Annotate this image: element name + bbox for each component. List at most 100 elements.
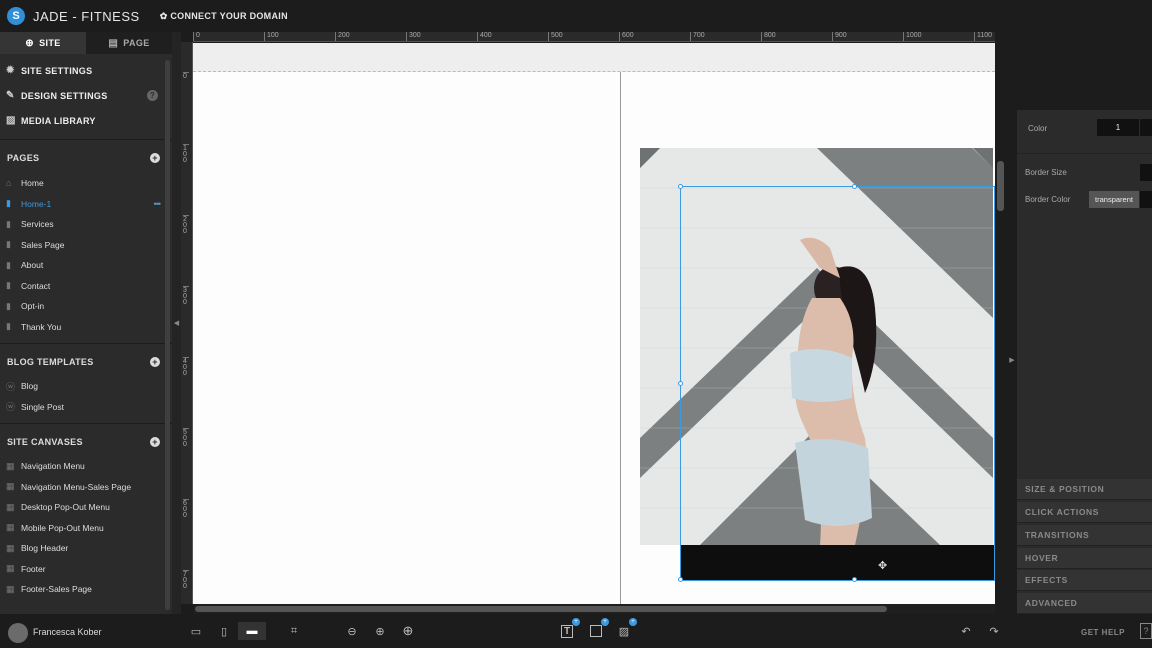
page-icon: ▮ [6,280,11,291]
page-item[interactable]: ▮ Thank You [0,317,172,338]
plus-badge-icon: + [629,618,637,626]
media-library-item[interactable]: ▨ MEDIA LIBRARY [0,108,172,133]
page-item-selected[interactable]: ▮ Home-1 ••• [0,194,172,215]
gear-icon: ✹ [6,65,15,76]
image-icon: ▨ [6,115,16,126]
properties-panel: Color 1 Border Size Border Color transpa… [1017,110,1152,614]
add-canvas-icon[interactable]: + [150,437,160,447]
ruler-tick: 100 [183,144,189,164]
ruler-tick: 1000 [903,32,922,41]
tab-site[interactable]: ⊕ SITE [0,32,86,54]
color-label: Color [1028,123,1048,133]
zoom-in-icon[interactable]: ⊕ [398,622,418,640]
redo-icon[interactable]: ↷ [985,622,1003,640]
sidebar-scrollbar[interactable] [165,60,170,610]
ruler-tick: 200 [183,215,189,235]
effects-section[interactable]: EFFECTS [1017,570,1152,591]
page-icon: ▮ [6,259,11,270]
page-icon: ▤ [108,37,119,49]
canvas-item[interactable]: ▦ Mobile Pop-Out Menu [0,518,172,539]
site-title[interactable]: JADE - FITNESS [33,9,140,24]
page-item[interactable]: ▮ Opt-in [0,296,172,317]
zoom-icon[interactable]: ⊕ [371,622,389,640]
selection-box [678,184,995,582]
user-name: Francesca Kober [33,627,102,637]
editor-canvas[interactable]: ✥ [193,43,995,604]
canvas-item[interactable]: ▦ Navigation Menu-Sales Page [0,477,172,498]
design-settings-item[interactable]: ✎ DESIGN SETTINGS? [0,83,172,108]
canvas-icon: ▦ [6,522,15,533]
scroll-thumb[interactable] [997,161,1004,211]
undo-icon[interactable]: ↶ [957,622,975,640]
help-question-icon[interactable]: ? [1140,623,1152,639]
page-item[interactable]: ▮ Services [0,214,172,235]
tablet-view-icon[interactable]: ▭ [186,622,206,640]
bottom-toolbar: Francesca Kober ▭ ▯ ▬ ⌗ ⊖ ⊕ ⊕ T + + ▨ + ↶ … [0,614,1152,648]
box-glyph [590,625,602,637]
click-actions-section[interactable]: CLICK ACTIONS [1017,502,1152,523]
border-size-input[interactable] [1140,164,1152,181]
page-item[interactable]: ▮ Contact [0,276,172,297]
canvas-item[interactable]: ▦ Navigation Menu [0,456,172,477]
page-item[interactable]: ▮ About [0,255,172,276]
ruler-tick: 600 [619,32,634,41]
more-options-icon[interactable]: ••• [154,199,162,209]
canvas-item[interactable]: ▦ Blog Header [0,538,172,559]
ruler-tick: 400 [477,32,492,41]
resize-handle[interactable] [678,381,683,386]
desktop-view-icon[interactable]: ▬ [238,622,266,640]
blog-template-item[interactable]: ⓦ Single Post [0,397,172,418]
collapse-sidebar-arrow-icon[interactable]: ◀ [172,32,181,614]
color-swatch[interactable] [1140,119,1152,136]
scroll-thumb[interactable] [195,606,887,612]
zoom-out-icon[interactable]: ⊖ [343,622,361,640]
get-help-link[interactable]: GET HELP [1081,628,1125,637]
ruler-tick: 800 [761,32,776,41]
app-logo-icon[interactable]: S [7,7,25,25]
advanced-section[interactable]: ADVANCED [1017,593,1152,614]
page-icon: ▮ [6,321,11,332]
canvas-horizontal-scrollbar[interactable] [193,604,995,614]
page-icon: ▮ [6,239,11,250]
page-item[interactable]: ⌂ Home [0,173,172,194]
move-cursor-icon[interactable]: ✥ [878,560,890,572]
avatar[interactable] [8,623,28,643]
resize-handle[interactable] [852,184,857,189]
page-item[interactable]: ▮ Sales Page [0,235,172,256]
transitions-section[interactable]: TRANSITIONS [1017,525,1152,546]
size-position-section[interactable]: SIZE & POSITION [1017,479,1152,500]
add-image-icon[interactable]: ▨ + [615,618,637,640]
blog-template-item[interactable]: ⓦ Blog [0,376,172,397]
resize-handle[interactable] [678,577,683,582]
canvas-item[interactable]: ▦ Footer-Sales Page [0,579,172,600]
border-color-button[interactable]: transparent [1089,191,1139,208]
site-canvases-header: SITE CANVASES + [0,434,172,450]
connect-domain-link[interactable]: ✿ CONNECT YOUR DOMAIN [160,11,288,22]
resize-handle[interactable] [852,577,857,582]
wordpress-icon: ⓦ [6,402,16,413]
help-icon[interactable]: ? [147,90,158,101]
add-text-icon[interactable]: T + [558,618,580,640]
add-box-icon[interactable]: + [587,618,609,640]
border-color-swatch[interactable] [1140,191,1152,208]
canvas-item[interactable]: ▦ Desktop Pop-Out Menu [0,497,172,518]
color-value-input[interactable]: 1 [1097,119,1139,136]
hover-section[interactable]: HOVER [1017,548,1152,569]
header-region[interactable] [193,43,995,72]
grid-select-icon[interactable]: ⌗ [284,622,304,640]
ruler-tick: 0 [183,72,189,80]
left-sidebar: ⊕ SITE ▤ PAGE ✹ SITE SETTINGS ✎ DESIGN SETTI… [0,32,172,614]
ruler-tick: 300 [183,286,189,306]
tab-page[interactable]: ▤ PAGE [86,32,172,54]
add-page-icon[interactable]: + [150,153,160,163]
ruler-tick: 300 [406,32,421,41]
canvas-vertical-scrollbar[interactable] [995,43,1007,604]
add-blog-template-icon[interactable]: + [150,357,160,367]
resize-handle[interactable] [678,184,683,189]
mobile-view-icon[interactable]: ▯ [214,622,234,640]
top-ruler: 0 100 200 300 400 500 600 700 800 900 10… [193,32,995,42]
canvas-icon: ▦ [6,563,15,574]
canvas-item[interactable]: ▦ Footer [0,559,172,580]
expand-panel-arrow-icon[interactable]: ▶ [1007,110,1017,610]
site-settings-item[interactable]: ✹ SITE SETTINGS [0,58,172,83]
